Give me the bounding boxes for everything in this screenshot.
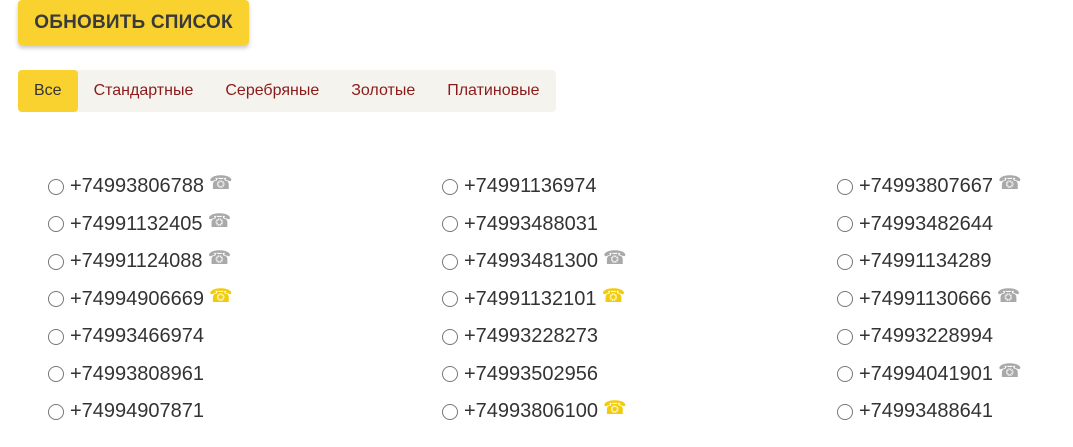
phone-number-option[interactable]: +74993228994: [837, 318, 1022, 356]
tab-platinum[interactable]: Платиновые: [431, 70, 555, 112]
phone-number-option[interactable]: +74993466974: [48, 318, 233, 356]
radio-button[interactable]: [48, 366, 64, 383]
phone-icon: ☎: [996, 285, 1021, 307]
phone-icon: ☎: [209, 285, 233, 307]
phone-number-text: +74993228994: [859, 325, 994, 348]
phone-number-option[interactable]: +74993488641: [837, 393, 1022, 431]
tab-standard[interactable]: Стандартные: [78, 70, 210, 112]
phone-number-option[interactable]: +74993806788 ☎: [48, 168, 233, 206]
phone-icon: ☎: [603, 398, 627, 420]
phone-number-text: +74993806100: [464, 400, 599, 423]
radio-button[interactable]: [48, 403, 64, 420]
phone-number-text: +74993806788: [70, 175, 205, 198]
phone-number-option[interactable]: +74994041901 ☎: [837, 356, 1022, 394]
radio-button[interactable]: [48, 253, 64, 270]
phone-number-option[interactable]: +74994907871: [48, 393, 233, 431]
phone-icon: ☎: [209, 173, 233, 195]
phone-number-option[interactable]: +74991130666 ☎: [837, 281, 1022, 319]
phone-number-text: +74991130666: [859, 287, 992, 310]
phone-number-option[interactable]: +74991134289: [837, 243, 1022, 281]
radio-button[interactable]: [48, 328, 64, 345]
phone-number-option[interactable]: +74993481300 ☎: [442, 243, 627, 281]
phone-number-text: +74993481300: [464, 250, 599, 273]
number-column-3: +74993807667 ☎ +74993482644 +74991134289 +74…: [837, 168, 1022, 431]
radio-button[interactable]: [442, 216, 458, 233]
radio-button[interactable]: [837, 291, 853, 308]
phone-number-option[interactable]: +74993482644: [837, 206, 1022, 244]
phone-number-option[interactable]: +74993502956: [442, 356, 627, 394]
phone-icon: ☎: [207, 248, 232, 270]
phone-number-option[interactable]: +74993228273: [442, 318, 627, 356]
radio-button[interactable]: [837, 253, 853, 270]
radio-button[interactable]: [837, 366, 853, 383]
phone-number-text: +74991134289: [859, 250, 992, 273]
radio-button[interactable]: [48, 178, 64, 195]
radio-button[interactable]: [837, 216, 853, 233]
phone-number-text: +74993808961: [70, 362, 205, 385]
phone-number-text: +74991132405: [70, 212, 203, 235]
radio-button[interactable]: [442, 366, 458, 383]
radio-button[interactable]: [837, 403, 853, 420]
phone-number-option[interactable]: +74993488031: [442, 206, 627, 244]
phone-number-option[interactable]: +74993807667 ☎: [837, 168, 1022, 206]
radio-button[interactable]: [48, 216, 64, 233]
phone-icon: ☎: [207, 210, 232, 232]
phone-icon: ☎: [603, 248, 627, 270]
phone-icon: ☎: [998, 173, 1022, 195]
tab-silver[interactable]: Серебряные: [209, 70, 335, 112]
phone-number-text: +74991132101: [464, 287, 597, 310]
number-column-2: +74991136974 +74993488031 +74993481300 ☎ +74…: [442, 168, 627, 431]
phone-number-text: +74993502956: [464, 362, 599, 385]
radio-button[interactable]: [442, 328, 458, 345]
phone-number-option[interactable]: +74994906669 ☎: [48, 281, 233, 319]
phone-number-option[interactable]: +74991132101 ☎: [442, 281, 627, 319]
phone-number-option[interactable]: +74993806100 ☎: [442, 393, 627, 431]
category-tabs: Все Стандартные Серебряные Золотые Плати…: [18, 70, 556, 112]
phone-number-text: +74993466974: [70, 325, 205, 348]
number-column-1: +74993806788 ☎ +74991132405 ☎ +74991124088 ☎ +…: [48, 168, 233, 431]
phone-number-text: +74994041901: [859, 362, 994, 385]
phone-number-option[interactable]: +74993808961: [48, 356, 233, 394]
radio-button[interactable]: [442, 291, 458, 308]
phone-number-text: +74993228273: [464, 325, 599, 348]
phone-number-text: +74991124088: [70, 250, 203, 273]
tab-gold[interactable]: Золотые: [335, 70, 431, 112]
phone-icon: ☎: [998, 360, 1022, 382]
refresh-list-button[interactable]: ОБНОВИТЬ СПИСОК: [18, 0, 249, 45]
phone-number-text: +74991136974: [464, 175, 597, 198]
phone-number-text: +74994907871: [70, 400, 205, 423]
radio-button[interactable]: [442, 253, 458, 270]
phone-number-option[interactable]: +74991124088 ☎: [48, 243, 233, 281]
phone-number-text: +74993488031: [464, 212, 599, 235]
phone-number-text: +74993488641: [859, 400, 994, 423]
radio-button[interactable]: [837, 328, 853, 345]
radio-button[interactable]: [442, 403, 458, 420]
phone-icon: ☎: [601, 285, 626, 307]
phone-number-text: +74993807667: [859, 175, 994, 198]
radio-button[interactable]: [442, 178, 458, 195]
phone-number-text: +74993482644: [859, 212, 994, 235]
phone-number-text: +74994906669: [70, 287, 205, 310]
radio-button[interactable]: [837, 178, 853, 195]
radio-button[interactable]: [48, 291, 64, 308]
phone-number-option[interactable]: +74991132405 ☎: [48, 206, 233, 244]
phone-number-option[interactable]: +74991136974: [442, 168, 627, 206]
tab-all[interactable]: Все: [18, 70, 78, 112]
